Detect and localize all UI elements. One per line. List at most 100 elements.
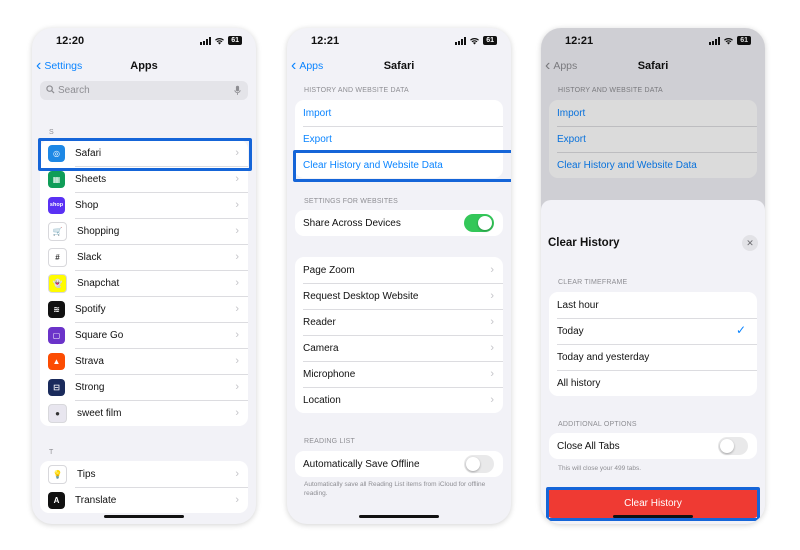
alphabet-letter[interactable]: G	[254, 273, 256, 281]
website-setting-label: Camera	[303, 342, 339, 354]
section-header-t: T	[49, 449, 54, 456]
alphabet-letter[interactable]: B	[254, 232, 256, 240]
list-item[interactable]: ⊟ Strong ›	[40, 374, 248, 400]
chevron-right-icon: ›	[235, 251, 239, 263]
list-item[interactable]: ▲ Strava ›	[40, 348, 248, 374]
share-across-devices-toggle[interactable]	[464, 214, 494, 232]
alphabet-letter[interactable]: T	[254, 380, 256, 388]
close-icon[interactable]: ✕	[742, 235, 758, 251]
chevron-right-icon: ›	[235, 407, 239, 419]
alphabet-letter[interactable]: J	[254, 298, 256, 306]
strava-icon: ▲	[48, 352, 65, 370]
export-row[interactable]: Export	[295, 126, 503, 152]
list-item[interactable]: ▦ Sheets ›	[40, 166, 248, 192]
list-item[interactable]: A Translate ›	[40, 487, 248, 513]
alphabet-letter[interactable]: Z	[254, 429, 256, 437]
chevron-right-icon: ›	[490, 368, 494, 380]
share-group: Share Across Devices	[295, 210, 503, 236]
timeframe-option[interactable]: All history	[549, 370, 757, 396]
chevron-right-icon: ›	[235, 329, 239, 341]
clear-history-button[interactable]: Clear History	[548, 489, 758, 518]
alphabet-index[interactable]: ABCDEFGHIJKLMNOPQRSTUVWXYZ#	[254, 224, 256, 445]
chevron-right-icon: ›	[490, 264, 494, 276]
alphabet-letter[interactable]: K	[254, 306, 256, 314]
microphone-icon[interactable]	[234, 85, 241, 96]
clear-history-sheet-screen: 12:21 61 ‹ Apps Safari HISTORY AND WEBSI…	[541, 28, 765, 524]
status-time: 12:20	[56, 35, 85, 47]
alphabet-letter[interactable]: H	[254, 281, 256, 289]
list-item[interactable]: 💡 Tips ›	[40, 461, 248, 487]
search-bar[interactable]	[40, 81, 248, 100]
list-item[interactable]: shop Shop ›	[40, 192, 248, 218]
app-label: Sheets	[75, 173, 107, 185]
alphabet-letter[interactable]: A	[254, 224, 256, 232]
list-item[interactable]: ◎ Safari ›	[40, 140, 248, 166]
alphabet-letter[interactable]: U	[254, 388, 256, 396]
alphabet-letter[interactable]: Q	[254, 355, 256, 363]
list-item[interactable]: ▢ Square Go ›	[40, 322, 248, 348]
section-header-options: ADDITIONAL OPTIONS	[558, 421, 637, 428]
list-item[interactable]: ≋ Spotify ›	[40, 296, 248, 322]
timeframe-option[interactable]: Last hour	[549, 292, 757, 318]
alphabet-letter[interactable]: R	[254, 363, 256, 371]
list-item[interactable]: # Slack ›	[40, 244, 248, 270]
apps-settings-screen: 12:20 61 ‹ Settings Apps S ◎ Safari › ▦ Shee…	[32, 28, 256, 524]
alphabet-letter[interactable]: C	[254, 240, 256, 248]
alphabet-letter[interactable]: V	[254, 396, 256, 404]
list-item[interactable]: ● sweet film ›	[40, 400, 248, 426]
list-item[interactable]: 👻 Snapchat ›	[40, 270, 248, 296]
timeframe-option[interactable]: Today ✓	[549, 318, 757, 344]
website-setting-label: Location	[303, 394, 341, 406]
safari-icon: ◎	[48, 144, 65, 162]
checkmark-icon: ✓	[735, 323, 746, 337]
alphabet-letter[interactable]: D	[254, 249, 256, 257]
sheets-icon: ▦	[48, 170, 65, 188]
chevron-right-icon: ›	[490, 316, 494, 328]
timeframe-label: Today and yesterday	[557, 351, 650, 363]
alphabet-letter[interactable]: N	[254, 331, 256, 339]
alphabet-letter[interactable]: #	[254, 437, 256, 445]
section-header-history: HISTORY AND WEBSITE DATA	[304, 87, 409, 94]
square-go-icon: ▢	[48, 326, 65, 344]
import-label: Import	[303, 107, 332, 119]
auto-save-offline-row: Automatically Save Offline	[295, 451, 503, 477]
alphabet-letter[interactable]: I	[254, 290, 256, 298]
alphabet-letter[interactable]: O	[254, 339, 256, 347]
website-setting-row[interactable]: Page Zoom ›	[295, 257, 503, 283]
status-bar: 12:21 61	[287, 28, 511, 54]
app-label: sweet film	[77, 407, 122, 419]
alphabet-letter[interactable]: M	[254, 322, 256, 330]
battery-icon: 61	[228, 36, 242, 45]
alphabet-letter[interactable]: W	[254, 404, 256, 412]
alphabet-letter[interactable]: S	[254, 372, 256, 380]
alphabet-letter[interactable]: Y	[254, 421, 256, 429]
dim-overlay	[541, 28, 765, 213]
website-setting-row[interactable]: Location ›	[295, 387, 503, 413]
chevron-right-icon: ›	[235, 199, 239, 211]
alphabet-letter[interactable]: E	[254, 257, 256, 265]
website-setting-row[interactable]: Camera ›	[295, 335, 503, 361]
alphabet-letter[interactable]: X	[254, 413, 256, 421]
chevron-right-icon: ›	[235, 225, 239, 237]
search-input[interactable]	[58, 83, 208, 98]
list-item[interactable]: 🛒 Shopping ›	[40, 218, 248, 244]
alphabet-letter[interactable]: F	[254, 265, 256, 273]
home-indicator	[104, 515, 184, 518]
timeframe-option[interactable]: Today and yesterday	[549, 344, 757, 370]
app-label: Strong	[75, 381, 105, 393]
close-all-tabs-toggle[interactable]	[718, 437, 748, 455]
share-across-devices-row: Share Across Devices	[295, 210, 503, 236]
website-setting-row[interactable]: Microphone ›	[295, 361, 503, 387]
alphabet-letter[interactable]: P	[254, 347, 256, 355]
import-row[interactable]: Import	[295, 100, 503, 126]
spotify-icon: ≋	[48, 300, 65, 318]
auto-save-offline-toggle[interactable]	[464, 455, 494, 473]
chevron-right-icon: ›	[235, 494, 239, 506]
nav-bar: ‹ Apps Safari	[287, 54, 511, 80]
alphabet-letter[interactable]: L	[254, 314, 256, 322]
website-setting-row[interactable]: Request Desktop Website ›	[295, 283, 503, 309]
sheet-title: Clear History	[548, 237, 620, 249]
clear-history-row[interactable]: Clear History and Website Data	[295, 152, 503, 178]
website-setting-row[interactable]: Reader ›	[295, 309, 503, 335]
translate-icon: A	[48, 491, 65, 509]
